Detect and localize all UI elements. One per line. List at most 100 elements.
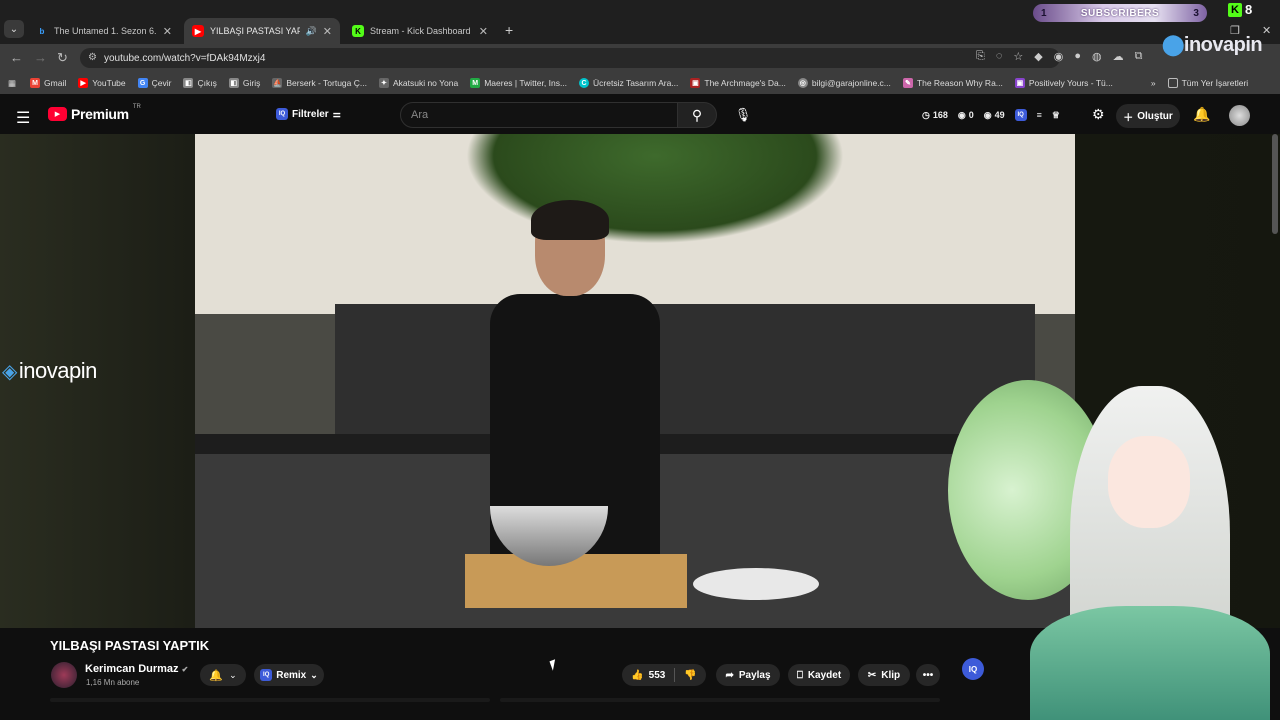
search-button[interactable]: ⚲ xyxy=(677,102,717,128)
channel-avatar[interactable] xyxy=(51,662,77,688)
create-button[interactable]: ＋ Oluştur xyxy=(1116,104,1180,128)
youtube-premium-logo[interactable]: ▶ Premium TR xyxy=(48,104,141,122)
stat-views: 168 xyxy=(932,110,948,120)
kick-icon: K xyxy=(352,25,364,37)
bookmark-item[interactable]: ◎ bilgi@garajonline.c... xyxy=(797,78,891,88)
back-icon[interactable]: ← xyxy=(10,50,23,65)
search-input[interactable]: Ara xyxy=(400,102,678,128)
site-info-icon[interactable]: ⚙ xyxy=(88,52,97,63)
remix-button[interactable]: IQ Remix ⌄ xyxy=(254,664,324,686)
microphone-icon[interactable]: 🎙 xyxy=(732,104,754,126)
account-avatar[interactable] xyxy=(1229,105,1250,126)
plus-icon: ＋ xyxy=(1123,112,1134,124)
bookmark-item[interactable]: ◧ Çıkış xyxy=(183,78,217,88)
subscriber-goal-overlay: 1 SUBSCRIBERS 3 xyxy=(1033,4,1207,22)
tab-youtube-video[interactable]: ▶ YILBAŞI PASTASI YAPTIK - Y 🔊 ✕ xyxy=(184,18,340,44)
settings-gear-icon[interactable]: ⚙ xyxy=(1092,106,1105,123)
tab-kick-dashboard[interactable]: K Stream - Kick Dashboard ✕ xyxy=(344,18,496,44)
new-tab-button[interactable]: + xyxy=(505,22,513,38)
subs-goal-label: SUBSCRIBERS xyxy=(1080,7,1160,19)
bookmark-label: The Archmage's Da... xyxy=(704,78,786,88)
forward-icon[interactable]: → xyxy=(34,50,47,65)
kick-icon: K xyxy=(1228,2,1242,17)
page-scrollbar[interactable] xyxy=(1272,134,1278,234)
bookmark-label: Çıkış xyxy=(197,78,217,88)
bookmark-item[interactable]: M Gmail xyxy=(30,78,66,88)
thumbs-up-icon[interactable]: 👍 xyxy=(631,670,643,681)
history-icon: ◷ xyxy=(922,109,930,120)
stat-a: 0 xyxy=(968,110,974,120)
bookmark-item[interactable]: M Maeres | Twitter, Ins... xyxy=(470,78,567,88)
close-window-icon[interactable]: ✕ xyxy=(1262,24,1271,37)
bookmark-item[interactable]: ✦ Akatsuki no Yona xyxy=(378,78,459,88)
like-count[interactable]: 553 xyxy=(649,670,666,681)
cup-icon[interactable]: ♕ xyxy=(1052,110,1060,121)
bookmark-item[interactable]: G Çevir xyxy=(137,78,171,88)
install-app-icon[interactable]: ⎘ xyxy=(976,50,985,63)
extension-icon[interactable]: ◉ xyxy=(1054,50,1064,63)
list-icon[interactable]: ≡ xyxy=(1037,110,1042,120)
close-icon[interactable]: ✕ xyxy=(479,25,488,38)
chevron-double-right-icon[interactable]: » xyxy=(1151,78,1156,88)
book-icon: ▣ xyxy=(690,78,701,88)
tab-title: Stream - Kick Dashboard xyxy=(370,26,471,36)
youtube-play-icon: ▶ xyxy=(48,107,67,121)
folder-icon xyxy=(1167,78,1178,88)
clip-button[interactable]: ✂ Klip xyxy=(858,664,910,686)
bookmark-item[interactable]: ◧ Giriş xyxy=(228,78,260,88)
bookmark-label: Berserk - Tortuga Ç... xyxy=(286,78,367,88)
iq-icon[interactable]: IQ xyxy=(1014,109,1027,121)
bookmark-item[interactable]: ▣ The Archmage's Da... xyxy=(690,78,786,88)
share-label: Paylaş xyxy=(738,669,771,681)
filters-button[interactable]: IQ Filtreler ⚌ xyxy=(276,108,341,120)
subscription-bell-button[interactable]: 🔔 ⌄ xyxy=(200,664,246,686)
extension-icon[interactable]: ◆ xyxy=(1034,50,1042,63)
iq-icon: IQ xyxy=(260,669,273,681)
tab-untamed[interactable]: b The Untamed 1. Sezon 6. Bölüm ✕ xyxy=(28,18,180,44)
speaker-icon[interactable]: 🔊 xyxy=(306,26,317,37)
like-dislike-group: 👍 553 👎 xyxy=(622,664,706,686)
extension-icon[interactable]: ☁ xyxy=(1113,50,1124,63)
eye-off-icon[interactable]: ◌ xyxy=(996,50,1003,63)
maeres-icon: M xyxy=(470,78,481,88)
bookmark-item[interactable]: ⛵ Berserk - Tortuga Ç... xyxy=(272,78,367,88)
kick-count: 8 xyxy=(1245,2,1253,17)
mouse-cursor xyxy=(549,659,559,671)
reload-icon[interactable]: ↻ xyxy=(57,50,68,66)
apps-icon[interactable]: ▦ xyxy=(8,78,16,89)
kick-counter-overlay: K 8 xyxy=(1228,2,1252,17)
save-button[interactable]: ⎕ Kaydet xyxy=(788,664,850,686)
tab-search-button[interactable]: ⌄ xyxy=(4,20,24,38)
bookmark-item[interactable]: ▣ Positively Yours - Tü... xyxy=(1014,78,1113,88)
extension-icon[interactable]: ◍ xyxy=(1092,50,1102,63)
url-bar[interactable]: ⚙ youtube.com/watch?v=fDAk94Mzxj4 xyxy=(80,48,1060,68)
scissors-icon: ✂ xyxy=(867,669,877,681)
extension-icon[interactable]: ● xyxy=(1074,50,1081,63)
bookmark-star-icon[interactable]: ☆ xyxy=(1013,50,1023,63)
all-bookmarks-folder[interactable]: Tüm Yer İşaretleri xyxy=(1167,78,1248,88)
share-button[interactable]: ➦ Paylaş xyxy=(716,664,780,686)
bookmark-item[interactable]: C Ücretsiz Tasarım Ara... xyxy=(579,78,678,88)
save-label: Kaydet xyxy=(807,669,842,681)
bookmark-label: Akatsuki no Yona xyxy=(392,78,459,88)
thumbs-down-icon[interactable]: 👎 xyxy=(684,670,696,681)
bookmark-label: Positively Yours - Tü... xyxy=(1028,78,1113,88)
close-icon[interactable]: ✕ xyxy=(163,25,172,38)
video-title: YILBAŞI PASTASI YAPTIK xyxy=(50,638,210,653)
youtube-icon: ▶ xyxy=(78,78,89,88)
notifications-bell-icon[interactable]: 🔔 xyxy=(1193,106,1210,123)
channel-name[interactable]: Kerimcan Durmaz ✔ xyxy=(85,663,188,675)
bell-icon: 🔔 xyxy=(209,669,224,682)
menu-icon[interactable]: ☰ xyxy=(16,108,30,128)
more-actions-button[interactable]: ••• xyxy=(916,664,940,686)
subs-goal-start: 1 xyxy=(1041,7,1047,19)
logo-text: Premium xyxy=(71,106,129,122)
puzzle-icon[interactable]: ⧉ xyxy=(1135,50,1143,63)
brand-text: inovapin xyxy=(18,358,97,383)
close-icon[interactable]: ✕ xyxy=(323,25,332,38)
iq-floating-button[interactable]: IQ xyxy=(962,658,984,680)
ship-icon: ⛵ xyxy=(272,78,283,88)
youtube-icon: ▶ xyxy=(192,25,204,37)
bookmark-item[interactable]: ▶ YouTube xyxy=(78,78,126,88)
bookmark-item[interactable]: ✎ The Reason Why Ra... xyxy=(902,78,1003,88)
